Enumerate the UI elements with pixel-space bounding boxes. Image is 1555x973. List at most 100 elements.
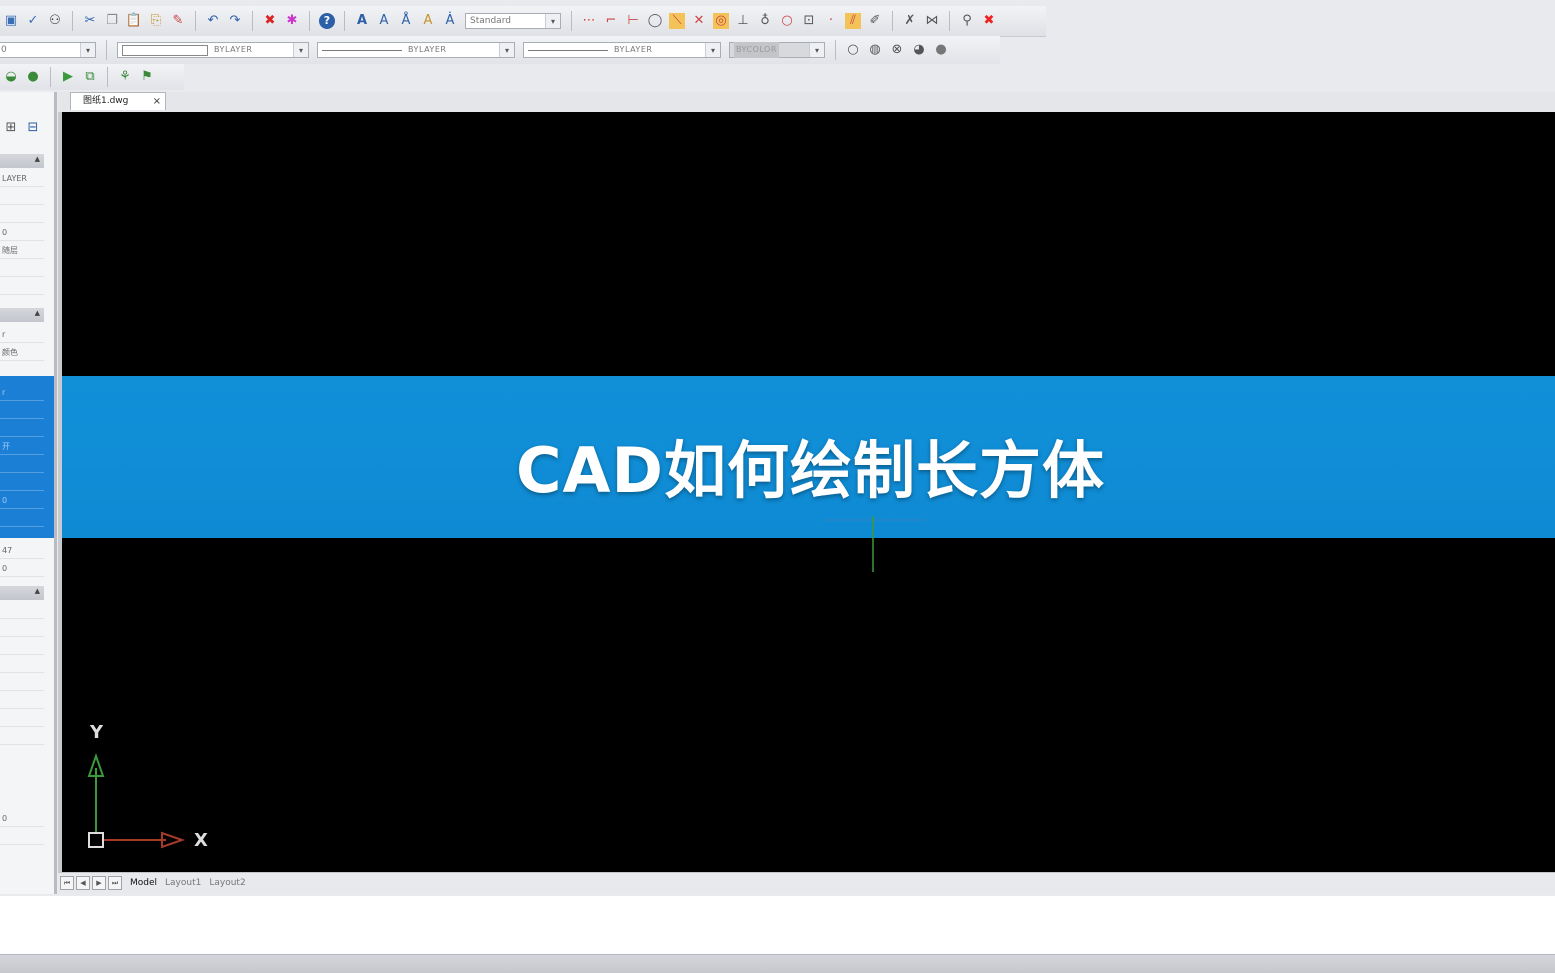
match-properties-icon[interactable]: ✎ [170,13,186,29]
first-tab-icon[interactable]: ⏮ [60,876,74,890]
chevron-down-icon[interactable]: ▾ [80,43,95,57]
orbit-icon[interactable]: ◒ [3,69,19,85]
text-style-icon[interactable]: A [420,13,436,29]
snap-quadrant-icon[interactable]: ♁ [757,13,773,29]
shade-smooth-icon[interactable]: ● [933,42,949,58]
snap-endpoint-icon[interactable]: ⋯ [581,13,597,29]
paste-special-icon[interactable]: ⎘ [148,13,164,29]
chevron-down-icon[interactable]: ▾ [705,43,720,57]
drawing-canvas[interactable]: CAD如何绘制长方体 Y X [58,112,1555,872]
document-tab[interactable]: 图纸1.dwg × [70,92,166,110]
text-style-select[interactable]: Standard ▾ [465,13,561,29]
panel-row[interactable] [0,456,44,473]
panel-row[interactable]: 开 [0,438,44,455]
chevron-down-icon[interactable]: ▾ [809,43,824,57]
lineweight-select[interactable]: BYLAYER ▾ [523,42,721,58]
panel-row[interactable]: 0 [0,560,44,577]
light-icon[interactable]: ⚘ [117,69,133,85]
panel-row[interactable] [0,602,44,619]
next-tab-icon[interactable]: ▶ [92,876,106,890]
play-icon[interactable]: ▶ [60,69,76,85]
help-icon[interactable]: ? [319,13,335,29]
snap-parallel-icon[interactable]: ⫽ [845,13,861,29]
panel-row[interactable] [0,402,44,419]
snap-tracking-icon[interactable]: ✐ [867,13,883,29]
panel-row[interactable] [0,206,44,223]
panel-row[interactable] [0,674,44,691]
render-icon[interactable]: ● [25,69,41,85]
snap-none-icon[interactable]: ✗ [902,13,918,29]
close-icon[interactable]: × [153,93,161,110]
toggle-pickadd-icon[interactable]: ⊟ [25,120,41,136]
snap-tangent-icon[interactable]: ◎ [713,13,729,29]
save-icon[interactable]: ▣ [3,13,19,29]
panel-row[interactable] [0,656,44,673]
panel-row[interactable]: 随层 [0,242,44,259]
tab-layout2[interactable]: Layout2 [209,878,245,888]
chevron-down-icon[interactable]: ▾ [545,14,560,28]
panel-row[interactable]: 颜色 [0,344,44,361]
chevron-down-icon[interactable]: ▾ [293,43,308,57]
panel-row[interactable]: r [0,384,44,401]
text-scale-icon[interactable]: Ȧ [442,13,458,29]
snap-extension-icon[interactable]: ⌐ [603,13,619,29]
panel-row[interactable] [0,474,44,491]
panel-row[interactable] [0,638,44,655]
panel-row[interactable] [0,510,44,527]
layer-select[interactable]: 0 ▾ [0,42,96,58]
last-tab-icon[interactable]: ⏭ [108,876,122,890]
color-select[interactable]: BYLAYER ▾ [117,42,309,58]
shade-hidden-icon[interactable]: ◍ [867,42,883,58]
tab-model[interactable]: Model [130,878,157,888]
mtext-icon[interactable]: A [376,13,392,29]
panel-section-general[interactable] [0,154,44,168]
shade-wireframe-icon[interactable]: ○ [845,42,861,58]
snap-midpoint-icon[interactable]: ⊢ [625,13,641,29]
panel-row[interactable]: LAYER [0,170,44,187]
shade-gouraud-icon[interactable]: ◕ [911,42,927,58]
purge-icon[interactable]: ✱ [284,13,300,29]
undo-icon[interactable]: ↶ [205,13,221,29]
text-edit-icon[interactable]: Å [398,13,414,29]
snap-apparent-icon[interactable]: ⋈ [924,13,940,29]
panel-row[interactable] [0,620,44,637]
shade-flat-icon[interactable]: ⊗ [889,42,905,58]
panel-row[interactable] [0,692,44,709]
quick-select-icon[interactable]: ⊞ [3,120,19,136]
cut-icon[interactable]: ✂ [82,13,98,29]
panel-row[interactable] [0,828,44,845]
close-snap-icon[interactable]: ✖ [981,13,997,29]
panel-row[interactable] [0,420,44,437]
panel-row[interactable]: r [0,326,44,343]
delete-icon[interactable]: ✖ [262,13,278,29]
linetype-select[interactable]: BYLAYER ▾ [317,42,515,58]
prev-tab-icon[interactable]: ◀ [76,876,90,890]
panel-section-plot[interactable] [0,308,44,322]
panel-row[interactable]: 0 [0,492,44,509]
snap-center-icon[interactable]: ◯ [647,13,663,29]
snap-intersection-icon[interactable]: ✕ [691,13,707,29]
binoculars-icon[interactable]: ⚇ [47,13,63,29]
redo-icon[interactable]: ↷ [227,13,243,29]
panel-row[interactable] [0,188,44,205]
panel-row[interactable] [0,710,44,727]
check-icon[interactable]: ✓ [25,13,41,29]
snap-nearest-icon[interactable]: ⟍ [669,13,685,29]
snap-insert-icon[interactable]: ⊡ [801,13,817,29]
panel-row[interactable]: 0 [0,224,44,241]
pin-icon[interactable]: ⚲ [959,13,975,29]
view-icon[interactable]: ⧉ [82,69,98,85]
copy-icon[interactable]: ❐ [104,13,120,29]
chevron-down-icon[interactable]: ▾ [499,43,514,57]
tab-layout1[interactable]: Layout1 [165,878,201,888]
panel-row[interactable] [0,728,44,745]
paste-icon[interactable]: 📋 [126,13,142,29]
panel-row[interactable]: 0 [0,810,44,827]
snap-node-icon[interactable]: · [823,13,839,29]
snap-circle-icon[interactable]: ○ [779,13,795,29]
text-icon[interactable]: A [354,13,370,29]
scene-icon[interactable]: ⚑ [139,69,155,85]
plotstyle-select[interactable]: BYCOLOR ▾ [729,42,825,58]
panel-row[interactable] [0,278,44,295]
panel-row[interactable] [0,260,44,277]
